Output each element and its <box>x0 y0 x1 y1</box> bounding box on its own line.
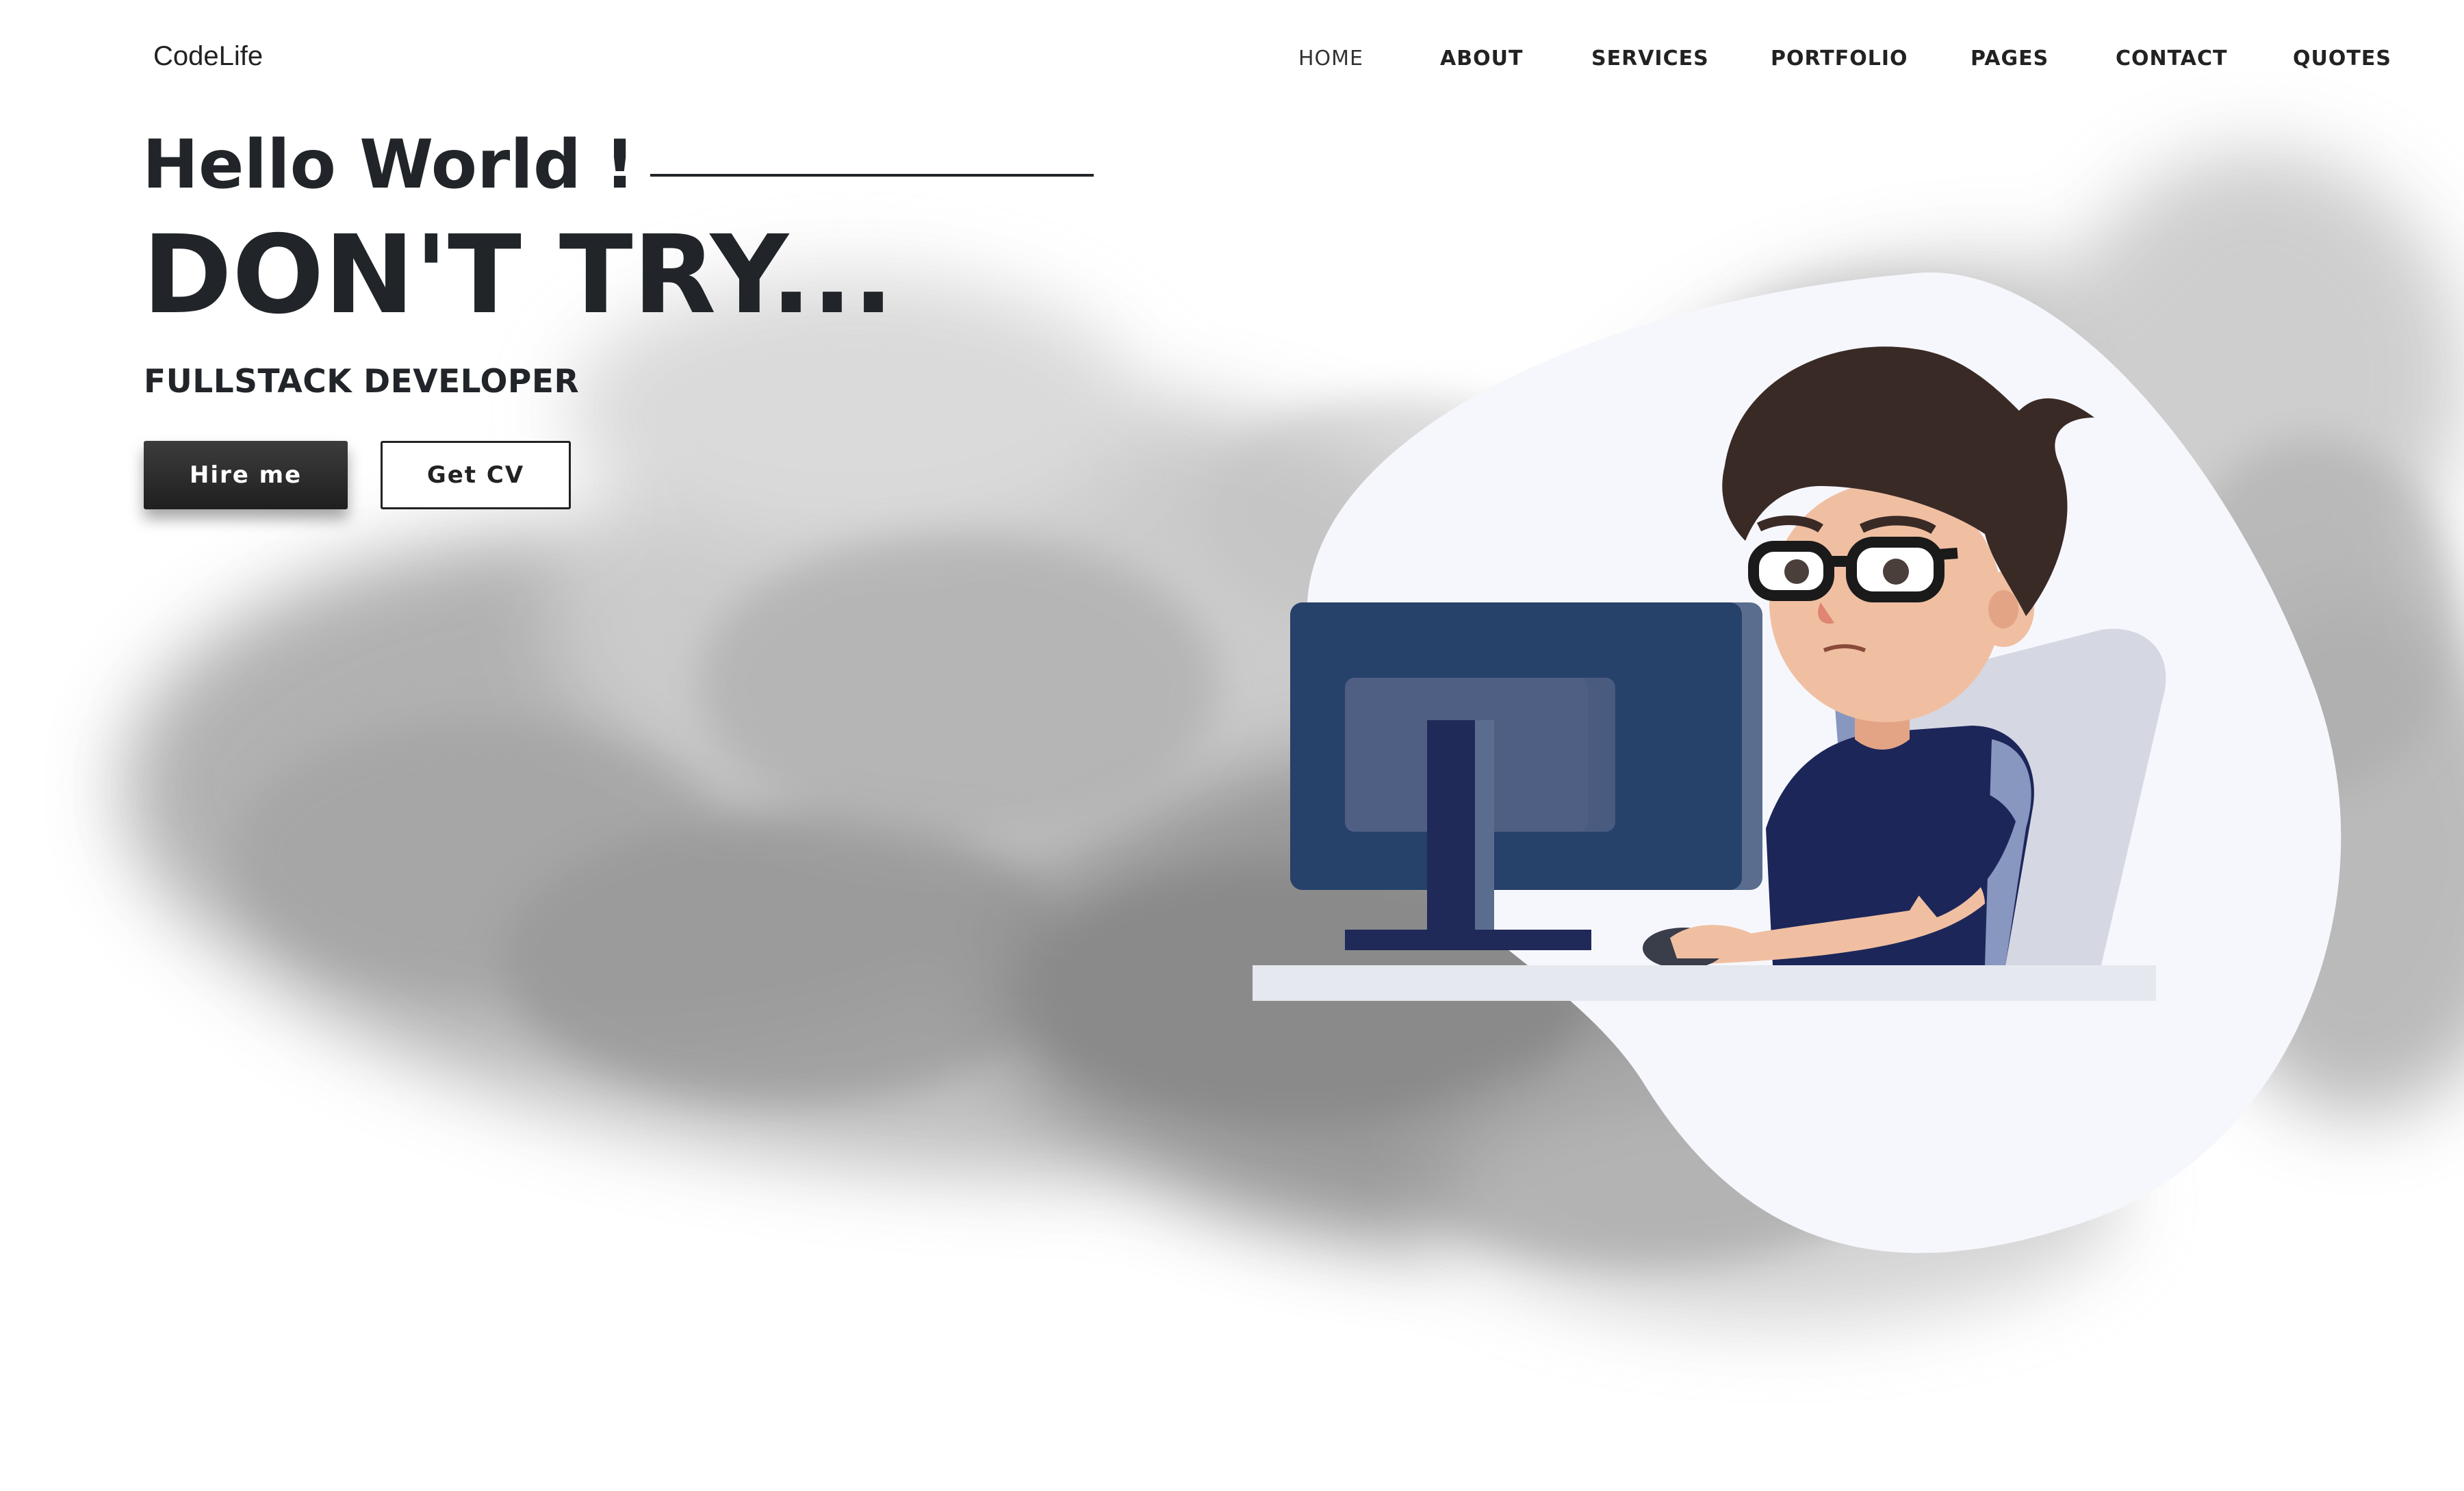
greeting-divider <box>650 174 1094 177</box>
brand-logo[interactable]: CodeLife <box>153 41 263 72</box>
hero-greeting: Hello World ! <box>142 126 635 204</box>
nav-contact[interactable]: CONTACT <box>2116 47 2227 71</box>
developer-illustration <box>1253 272 2341 1253</box>
nav-about[interactable]: ABOUT <box>1440 47 1523 71</box>
hire-me-button[interactable]: Hire me <box>144 441 348 509</box>
nav-pages[interactable]: PAGES <box>1971 47 2049 71</box>
desk <box>1253 965 2156 1001</box>
nav-home[interactable]: HOME <box>1298 47 1363 71</box>
nav-portfolio[interactable]: PORTFOLIO <box>1771 47 1908 71</box>
hero-role: FULLSTACK DEVELOPER <box>144 363 580 400</box>
glasses <box>1748 537 1958 602</box>
nav-quotes[interactable]: QUOTES <box>2293 47 2391 71</box>
hero-headline: DON'T TRY... <box>142 212 894 338</box>
get-cv-button[interactable]: Get CV <box>381 441 571 509</box>
nav-services[interactable]: SERVICES <box>1591 47 1709 71</box>
